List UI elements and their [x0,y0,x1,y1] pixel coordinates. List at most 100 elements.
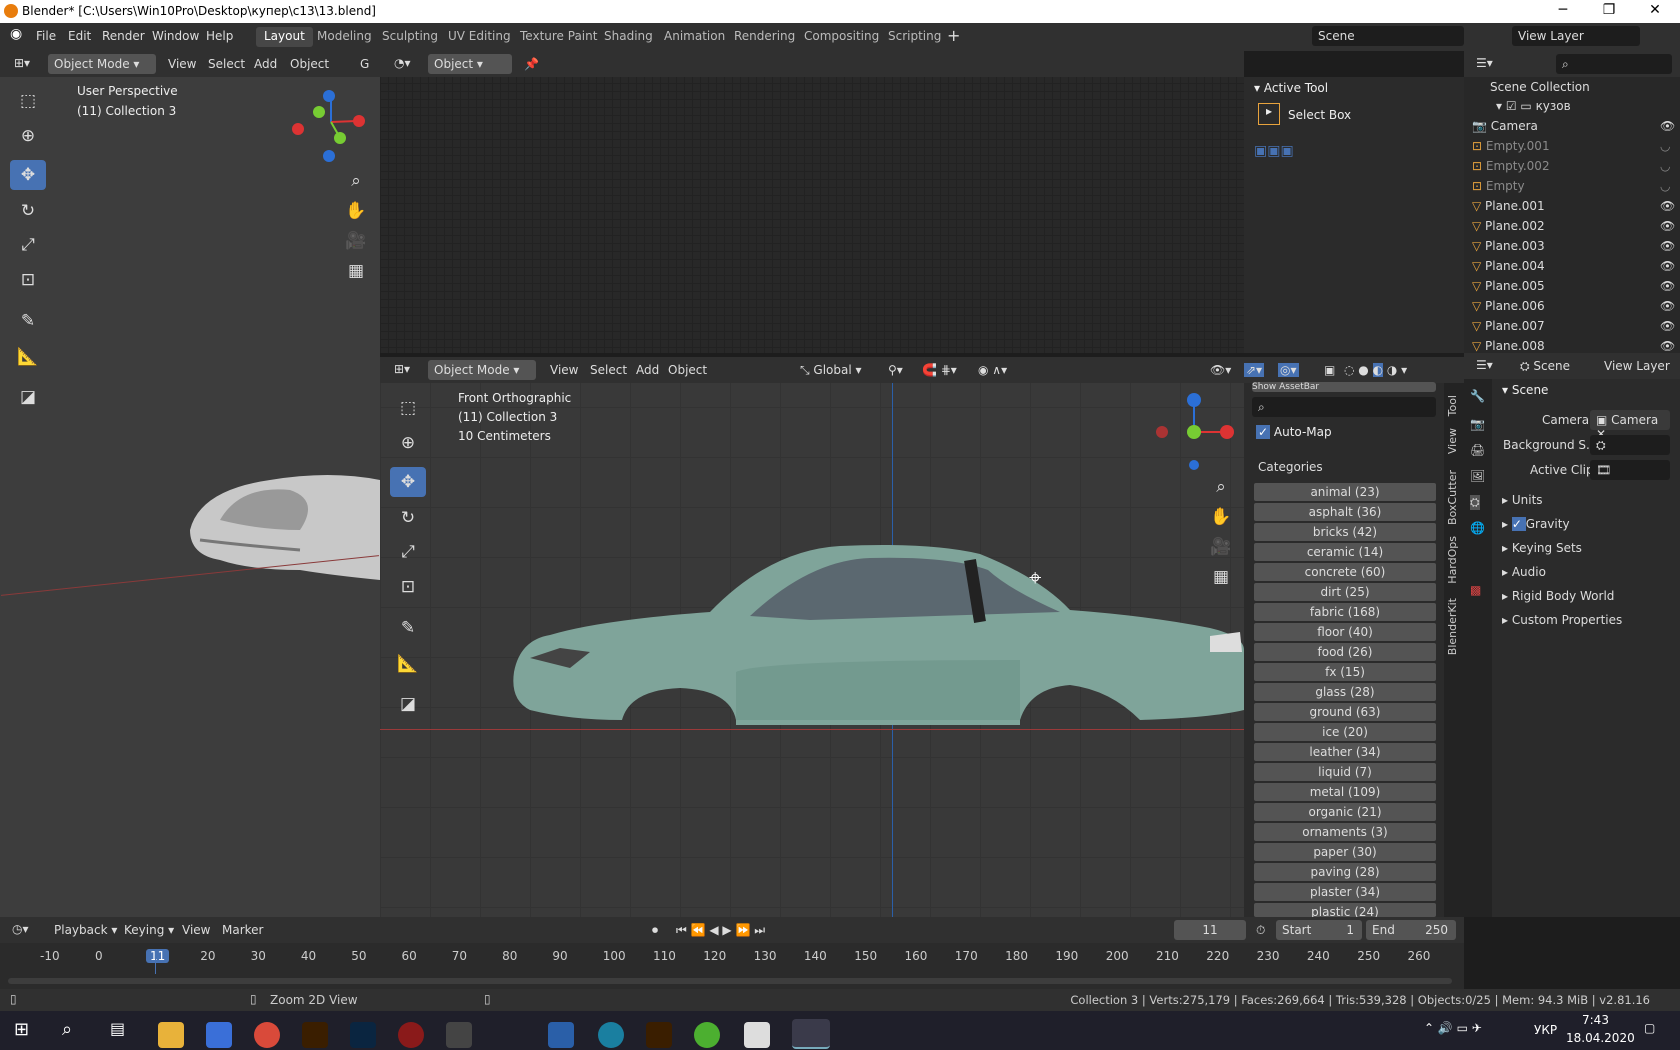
main-menu-object[interactable]: Object [668,363,707,377]
main-scale-icon[interactable]: ⤢ [390,537,426,567]
illustrator-2-icon[interactable] [646,1022,672,1048]
auto-map-checkbox[interactable]: ✓ Auto-Map [1256,425,1332,439]
active-tool-title[interactable]: ▾ Active Tool [1254,81,1328,95]
visibility-icon[interactable]: 👁▾ [1210,363,1231,377]
playback-controls[interactable]: ⏮ ⏪ ◀ ▶ ⏩ ⏭ [676,923,765,938]
visibility-eye-icon[interactable]: 👁 [1660,316,1675,336]
minimize-button[interactable]: ─ [1540,2,1586,18]
clock-time[interactable]: 7:43 [1582,1013,1609,1027]
select-box-tool-icon[interactable]: ⬚ [10,86,46,116]
properties-panel-rigid-body-world[interactable]: ▸ Rigid Body World [1502,589,1614,603]
render-tab-icon[interactable]: 📷 [1470,417,1485,431]
top-node-editor[interactable] [380,51,1244,353]
gravity-checkbox[interactable]: ✓ [1511,517,1526,531]
outliner-item[interactable]: ⊡ Empty.002 ◡ [1472,156,1670,176]
outliner-item[interactable]: ▽ Plane.005 👁 [1472,276,1675,296]
main-measure-icon[interactable]: 📐 [390,649,426,679]
tab-layout[interactable]: Layout [256,27,313,47]
left-menu-view[interactable]: View [168,57,196,71]
outliner-item[interactable]: ▽ Plane.001 👁 [1472,196,1675,216]
main-rotate-icon[interactable]: ↻ [390,503,426,533]
selection-mode-icons[interactable]: ▣▣▣ [1254,143,1294,159]
sidebar-tab-hardops[interactable]: HardOps [1446,536,1459,584]
blender-menu-icon[interactable]: ◉ [10,26,22,42]
snap-icon[interactable]: 🧲 ⋕▾ [922,363,957,377]
keyboard-language[interactable]: УКР [1534,1023,1557,1037]
sidebar-tab-boxcutter[interactable]: BoxCutter [1446,470,1459,525]
properties-panel-keying-sets[interactable]: ▸ Keying Sets [1502,541,1582,555]
visibility-eye-icon[interactable]: 👁 [1660,236,1675,256]
rotate-tool-icon[interactable]: ↻ [10,196,46,226]
tab-texture-paint[interactable]: Texture Paint [512,27,605,47]
left-grid-icon[interactable]: ▦ [338,256,374,286]
main-annotate-icon[interactable]: ✎ [390,613,426,643]
add-workspace-icon[interactable]: + [947,26,960,45]
scale-tool-icon[interactable]: ⤢ [10,230,46,260]
tool-tab-icon[interactable]: 🔧 [1470,389,1485,403]
view-layer-tab-icon[interactable]: 🖼 [1470,469,1485,483]
asset-search-input[interactable]: ⌕ [1252,397,1436,417]
scene-section[interactable]: ▾ Scene [1502,383,1548,397]
clock-date[interactable]: 18.04.2020 [1566,1031,1635,1045]
panel-expand-icon[interactable]: ▸ [1502,541,1512,555]
world-tab-icon[interactable]: 🌐 [1470,521,1485,535]
outliner-item[interactable]: ▽ Plane.006 👁 [1472,296,1675,316]
outliner-item[interactable]: ▽ Plane.003 👁 [1472,236,1675,256]
visibility-eye-icon[interactable]: 👁 [1660,256,1675,276]
task-view-icon[interactable]: ▤ [110,1019,125,1038]
camera-field[interactable]: ▣ Camera ✕ [1590,410,1670,441]
left-zoom-icon[interactable]: ⌕ [338,166,374,196]
background-scene-field[interactable]: ⛭ [1590,435,1670,455]
category-button[interactable]: ground (63) [1254,703,1436,721]
tab-compositing[interactable]: Compositing [796,27,887,47]
category-button[interactable]: asphalt (36) [1254,503,1436,521]
visibility-eye-icon[interactable]: ◡ [1660,136,1670,156]
left-camera-icon[interactable]: 🎥 [338,226,374,256]
visibility-eye-icon[interactable]: 👁 [1660,216,1675,236]
tab-scripting[interactable]: Scripting [880,27,949,47]
main-pan-icon[interactable]: ✋ [1203,502,1239,532]
gizmo-toggle-icon[interactable]: ⇗▾ [1244,363,1265,377]
menu-edit[interactable]: Edit [68,29,91,43]
editor-type-icon[interactable]: ⊞▾ [14,56,30,70]
visibility-eye-icon[interactable]: 👁 [1660,116,1675,136]
preview-range-icon[interactable]: ⏱ [1256,923,1265,938]
top-object-dropdown[interactable]: Object ▾ [428,54,512,74]
outliner-item[interactable]: ▽ Plane.007 👁 [1472,316,1675,336]
sidebar-tab-view[interactable]: View [1446,428,1459,454]
category-button[interactable]: concrete (60) [1254,563,1436,581]
properties-panel-custom-properties[interactable]: ▸ Custom Properties [1502,613,1622,627]
collection-row[interactable]: ▾ ☑ ▭ кузов [1496,99,1571,113]
properties-panel-gravity[interactable]: ▸ ✓ Gravity [1502,517,1570,531]
menu-help[interactable]: Help [206,29,233,43]
left-menu-add[interactable]: Add [254,57,277,71]
illustrator-icon[interactable] [302,1022,328,1048]
category-button[interactable]: organic (21) [1254,803,1436,821]
category-button[interactable]: paper (30) [1254,843,1436,861]
category-button[interactable]: fabric (168) [1254,603,1436,621]
visibility-eye-icon[interactable]: 👁 [1660,296,1675,316]
tab-rendering[interactable]: Rendering [726,27,803,47]
category-button[interactable]: animal (23) [1254,483,1436,501]
blender-taskbar-icon[interactable] [792,1019,830,1049]
end-frame-field[interactable]: End 250 [1366,920,1456,940]
record-icon[interactable]: ⏺ [652,923,658,938]
search-icon[interactable]: ⌕ [62,1019,72,1040]
properties-type-icon[interactable]: ☰▾ [1476,358,1493,372]
main-mode-dropdown[interactable]: Object Mode ▾ [428,360,536,380]
main-navigation-gizmo[interactable] [1150,390,1240,470]
category-button[interactable]: plaster (34) [1254,883,1436,901]
category-button[interactable]: metal (109) [1254,783,1436,801]
orientation-dropdown[interactable]: ⤡ Global ▾ [800,363,862,378]
tab-sculpting[interactable]: Sculpting [374,27,446,47]
outliner-item[interactable]: ▽ Plane.002 👁 [1472,216,1675,236]
timeline-menu-keying[interactable]: Keying ▾ [124,923,174,937]
maximize-button[interactable]: ❐ [1586,2,1632,18]
windows-start-icon[interactable]: ⊞ [14,1019,29,1040]
sidebar-tab-blenderkit[interactable]: BlenderKit [1446,598,1459,655]
tab-shading[interactable]: Shading [596,27,661,47]
category-button[interactable]: bricks (42) [1254,523,1436,541]
main-select-box-icon[interactable]: ⬚ [390,393,426,423]
shading-modes-icon[interactable]: ◌ ● ◐ ◑ ▾ [1344,363,1407,377]
view-layer-selector[interactable]: View Layer [1512,26,1640,46]
